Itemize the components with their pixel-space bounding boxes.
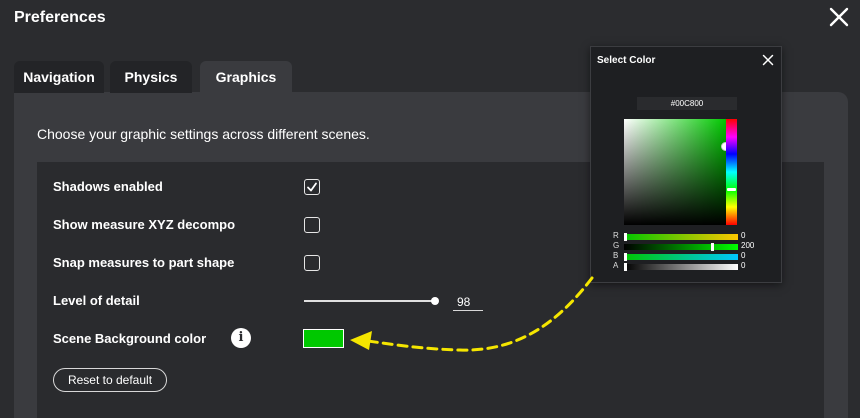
shadows-checkbox[interactable]	[304, 179, 320, 195]
alpha-channel-slider[interactable]	[624, 263, 738, 271]
close-icon[interactable]	[828, 6, 850, 28]
color-picker-dialog: Select Color #00C800 R 0 G 200 B 0 A 0	[590, 46, 782, 283]
tab-graphics[interactable]: Graphics	[200, 61, 292, 93]
background-color-swatch[interactable]	[303, 329, 344, 348]
red-channel-value: 0	[741, 231, 746, 240]
green-channel-label: G	[613, 241, 620, 250]
alpha-channel-value: 0	[741, 261, 746, 270]
green-channel-thumb[interactable]	[711, 243, 715, 251]
saturation-value-area[interactable]	[624, 119, 730, 225]
snap-measures-checkbox[interactable]	[304, 255, 320, 271]
blue-channel-value: 0	[741, 251, 746, 260]
level-of-detail-label: Level of detail	[53, 293, 140, 308]
green-channel-value: 200	[741, 241, 755, 250]
level-of-detail-slider[interactable]	[304, 297, 440, 305]
info-icon[interactable]: i	[231, 328, 251, 348]
shadows-label: Shadows enabled	[53, 179, 163, 194]
blue-channel-label: B	[613, 251, 619, 260]
blue-channel-thumb[interactable]	[624, 253, 627, 261]
red-channel-label: R	[613, 231, 619, 240]
close-icon[interactable]	[762, 53, 774, 66]
level-of-detail-value[interactable]: 98	[453, 292, 483, 311]
color-picker-title: Select Color	[597, 55, 656, 66]
measure-xyz-checkbox[interactable]	[304, 217, 320, 233]
alpha-channel-label: A	[613, 261, 619, 270]
blue-channel-slider[interactable]	[624, 253, 738, 261]
window-title: Preferences	[14, 9, 106, 26]
reset-to-default-button[interactable]: Reset to default	[53, 368, 167, 392]
hue-slider[interactable]	[726, 119, 737, 225]
green-channel-slider[interactable]	[624, 243, 738, 251]
red-channel-slider[interactable]	[624, 233, 738, 241]
measure-xyz-label: Show measure XYZ decompo	[53, 217, 236, 232]
panel-description: Choose your graphic settings across diff…	[37, 126, 370, 142]
snap-measures-label: Snap measures to part shape	[53, 255, 235, 270]
alpha-channel-thumb[interactable]	[624, 263, 627, 271]
tab-physics[interactable]: Physics	[110, 61, 192, 93]
background-color-label: Scene Background color	[53, 331, 207, 346]
hex-input[interactable]: #00C800	[637, 97, 737, 110]
red-channel-thumb[interactable]	[624, 233, 627, 241]
hue-marker[interactable]	[727, 188, 736, 191]
tab-navigation[interactable]: Navigation	[14, 61, 104, 93]
checkmark-icon	[307, 182, 317, 192]
